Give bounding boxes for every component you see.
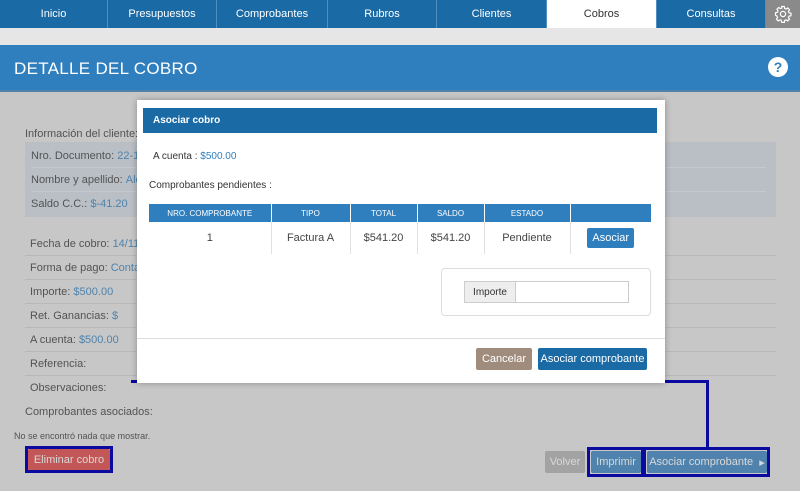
col-estado: ESTADO xyxy=(484,204,571,222)
table-header-row: NRO. COMPROBANTE TIPO TOTAL SALDO ESTADO xyxy=(149,204,651,222)
modal-footer-divider xyxy=(137,338,665,339)
importe-group: Importe xyxy=(441,268,651,316)
cell-action: Asociar xyxy=(570,222,651,254)
col-tipo: TIPO xyxy=(271,204,351,222)
pending-table: NRO. COMPROBANTE TIPO TOTAL SALDO ESTADO… xyxy=(149,204,651,254)
asociar-cobro-modal: Asociar cobro A cuenta : $500.00 Comprob… xyxy=(137,100,665,383)
col-nro: NRO. COMPROBANTE xyxy=(149,204,272,222)
importe-input[interactable] xyxy=(515,281,629,303)
col-action xyxy=(570,204,651,222)
cancelar-button[interactable]: Cancelar xyxy=(476,348,532,370)
a-cuenta-label: A cuenta : xyxy=(153,151,198,162)
nav-tab-consultas[interactable]: Consultas xyxy=(657,0,766,28)
page-title: DETALLE DEL COBRO xyxy=(14,59,198,78)
pendientes-label: Comprobantes pendientes : xyxy=(149,180,272,191)
nav-tab-rubros[interactable]: Rubros xyxy=(328,0,437,28)
gear-icon xyxy=(774,5,792,23)
cell-total: $541.20 xyxy=(350,222,418,254)
row-asociar-button[interactable]: Asociar xyxy=(587,228,635,248)
page-header: DETALLE DEL COBRO ? xyxy=(0,45,800,92)
table-row: 1 Factura A $541.20 $541.20 Pendiente As… xyxy=(149,222,651,254)
col-total: TOTAL xyxy=(350,204,418,222)
modal-title: Asociar cobro xyxy=(143,108,657,133)
col-saldo: SALDO xyxy=(417,204,485,222)
cell-tipo: Factura A xyxy=(271,222,351,254)
importe-input-label: Importe xyxy=(464,281,516,303)
question-icon[interactable]: ? xyxy=(768,57,788,77)
cell-saldo: $541.20 xyxy=(417,222,485,254)
nav-tab-cobros[interactable]: Cobros xyxy=(547,0,657,28)
top-nav: Inicio Presupuestos Comprobantes Rubros … xyxy=(0,0,800,28)
modal-a-cuenta: A cuenta : $500.00 xyxy=(153,151,236,162)
a-cuenta-value: $500.00 xyxy=(200,151,237,162)
cell-estado: Pendiente xyxy=(484,222,571,254)
nav-tab-clientes[interactable]: Clientes xyxy=(437,0,547,28)
cell-nro: 1 xyxy=(149,222,272,254)
settings-button[interactable] xyxy=(766,0,800,28)
nav-tab-inicio[interactable]: Inicio xyxy=(0,0,108,28)
nav-tab-presupuestos[interactable]: Presupuestos xyxy=(108,0,217,28)
modal-asociar-comprobante-button[interactable]: Asociar comprobante xyxy=(538,348,647,370)
nav-tab-comprobantes[interactable]: Comprobantes xyxy=(217,0,328,28)
